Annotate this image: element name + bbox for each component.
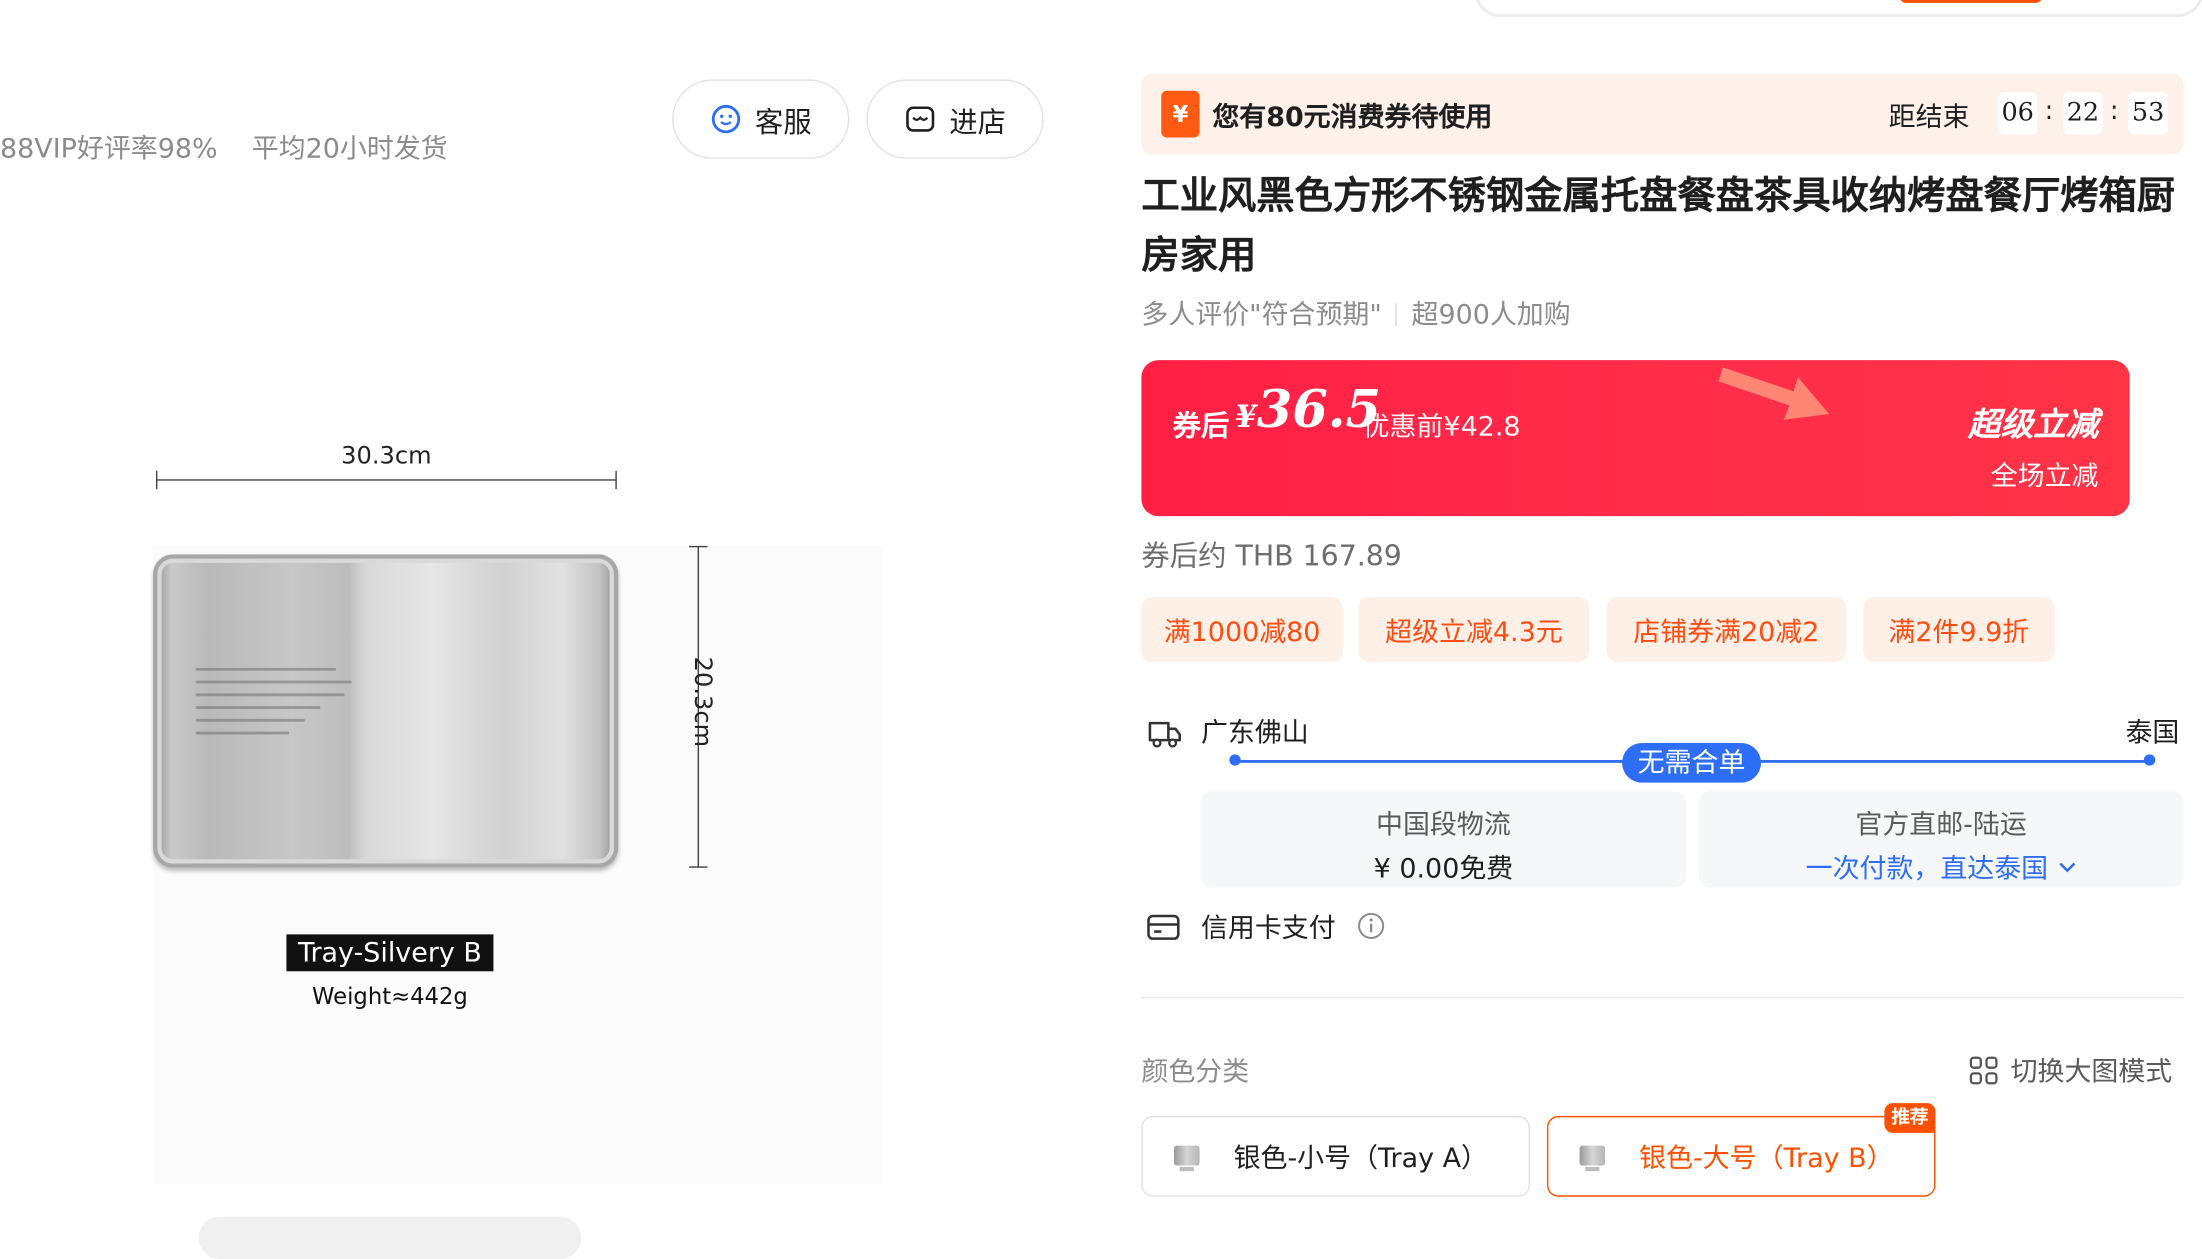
original-price: 优惠前¥42.8 <box>1362 411 1521 443</box>
grid-icon <box>1969 1055 1998 1084</box>
height-dimension-tick <box>689 866 708 868</box>
review-divider <box>1395 303 1398 327</box>
route-end-dot <box>2143 754 2156 766</box>
direct-mail-desc: 一次付款，直达泰国 <box>1805 853 2049 885</box>
tray-photo <box>153 554 619 868</box>
sku-option-label: 银色-大号（Tray B） <box>1639 1142 1894 1175</box>
product-title: 工业风黑色方形不锈钢金属托盘餐盘茶具收纳烤盘餐厅烤箱厨房家用 <box>1141 174 2176 278</box>
no-merge-badge: 无需合单 <box>1622 742 1762 783</box>
coupon-text: 您有80元消费券待使用 <box>1212 102 1493 134</box>
switch-mode-label: 切换大图模式 <box>2010 1056 2173 1088</box>
price-currency: ¥ <box>1234 398 1257 436</box>
credit-card-icon <box>1147 914 1180 940</box>
sku-option-label: 银色-小号（Tray A） <box>1233 1142 1488 1175</box>
sku-section-title: 颜色分类 <box>1141 1056 1250 1088</box>
down-arrow-icon <box>1718 367 1830 420</box>
direct-mail-desc-row[interactable]: 一次付款，直达泰国 <box>1699 848 2184 886</box>
ship-from: 广东佛山 <box>1200 717 1309 749</box>
coupon-icon: ¥ <box>1161 90 1200 138</box>
store-icon <box>905 106 934 132</box>
sku-option-tray-b[interactable]: 银色-大号（Tray B） <box>1546 1115 1936 1197</box>
smile-chat-icon <box>711 104 740 134</box>
section-divider <box>1141 996 2184 999</box>
height-dimension: 20.3cm <box>681 545 717 868</box>
store-rating: 88VIP好评率98% <box>0 133 218 165</box>
converted-price: 券后约 THB 167.89 <box>1141 538 1402 573</box>
china-logistics-price: ¥ 0.00免费 <box>1373 853 1514 885</box>
height-dimension-label: 20.3cm <box>687 656 717 748</box>
weight-caption: Weight≈442g <box>312 982 468 1010</box>
width-dimension-line <box>155 479 617 481</box>
countdown-seconds: 53 <box>2128 92 2168 135</box>
countdown-minutes: 22 <box>2063 92 2103 135</box>
price-card: 券后 ¥36.5 优惠前¥42.8 超级立减 全场立减 <box>1141 360 2130 517</box>
chevron-down-icon <box>2058 862 2075 873</box>
height-dimension-tick <box>689 545 708 548</box>
promo-tag[interactable]: 满2件9.9折 <box>1863 596 2055 663</box>
top-toolbar-fragment <box>1474 0 2202 18</box>
china-logistics-card: 中国段物流 ¥ 0.00免费 <box>1200 791 1686 888</box>
tray-engraving <box>195 667 352 745</box>
countdown-label: 距结束 <box>1888 102 1970 134</box>
review-highlight: 多人评价"符合预期" <box>1141 299 1382 331</box>
countdown-separator: : <box>2109 96 2119 127</box>
sku-thumbnail <box>1171 1139 1202 1173</box>
info-icon[interactable] <box>1357 912 1385 940</box>
direct-mail-card[interactable]: 官方直邮-陆运 一次付款，直达泰国 <box>1698 791 2184 888</box>
store-shipping-time: 平均20小时发货 <box>251 133 448 165</box>
after-coupon-label: 券后 <box>1172 408 1230 443</box>
route-start-dot <box>1229 754 1241 766</box>
promo-tag[interactable]: 超级立减4.3元 <box>1358 596 1590 663</box>
customer-service-button[interactable]: 客服 <box>672 79 850 159</box>
china-logistics-name: 中国段物流 <box>1376 809 1511 841</box>
thumbnail-strip[interactable] <box>198 1216 582 1259</box>
promo-title: 超级立减 <box>1968 406 2099 444</box>
variant-caption: Tray-Silvery B <box>286 934 494 972</box>
direct-mail-name: 官方直邮-陆运 <box>1855 809 2027 841</box>
customer-service-label: 客服 <box>755 104 812 139</box>
promo-subtitle: 全场立减 <box>1990 460 2099 493</box>
sku-thumbnail <box>1577 1139 1608 1173</box>
cart-count: 超900人加购 <box>1411 299 1571 331</box>
width-dimension-tick <box>155 470 158 490</box>
price-amount: ¥36.5 <box>1235 380 1381 440</box>
width-dimension-tick <box>615 470 617 490</box>
enter-store-button[interactable]: 进店 <box>866 79 1044 159</box>
promo-tag[interactable]: 满1000减80 <box>1141 596 1343 663</box>
payment-method: 信用卡支付 <box>1200 913 1336 945</box>
enter-store-label: 进店 <box>949 104 1007 139</box>
switch-large-image-mode[interactable]: 切换大图模式 <box>1968 1051 2172 1089</box>
sku-option-tray-a[interactable]: 银色-小号（Tray A） <box>1141 1115 1530 1197</box>
top-toolbar-active-tab[interactable] <box>1899 0 2042 3</box>
width-dimension-label: 30.3cm <box>341 442 432 471</box>
promo-tag[interactable]: 店铺券满20减2 <box>1606 596 1847 663</box>
countdown-separator: : <box>2044 96 2054 127</box>
truck-icon <box>1148 721 1181 748</box>
review-summary[interactable]: 多人评价"符合预期" 超900人加购 <box>1141 294 1570 332</box>
store-stats: 88VIP好评率98% 平均20小时发货 <box>0 128 448 166</box>
ship-to: 泰国 <box>2125 717 2180 749</box>
recommended-badge: 推荐 <box>1884 1103 1936 1133</box>
countdown-hours: 06 <box>1997 92 2038 135</box>
coupon-banner[interactable]: ¥ 您有80元消费券待使用 距结束 06 : 22 : 53 <box>1141 73 2184 155</box>
